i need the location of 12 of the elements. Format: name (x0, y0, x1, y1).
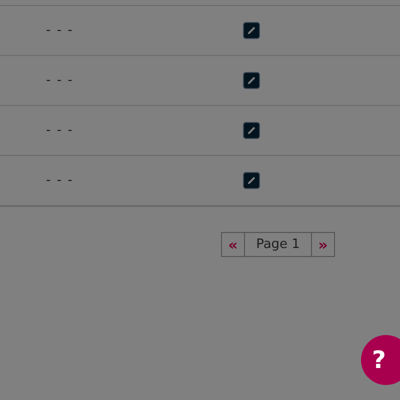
edit-icon[interactable] (243, 22, 260, 39)
table-cell-text: - - - (46, 73, 74, 88)
table-cell-text: - - - (46, 123, 74, 138)
edit-icon[interactable] (243, 172, 260, 189)
previous-page-button[interactable]: « (222, 233, 244, 256)
page-indicator: Page 1 (244, 233, 312, 256)
table-cell-text: - - - (46, 173, 74, 188)
edit-icon[interactable] (243, 122, 260, 139)
next-page-button[interactable]: » (312, 233, 334, 256)
table-cell-text: - - - (46, 23, 74, 38)
help-button[interactable]: ? (361, 335, 400, 385)
edit-icon[interactable] (243, 72, 260, 89)
